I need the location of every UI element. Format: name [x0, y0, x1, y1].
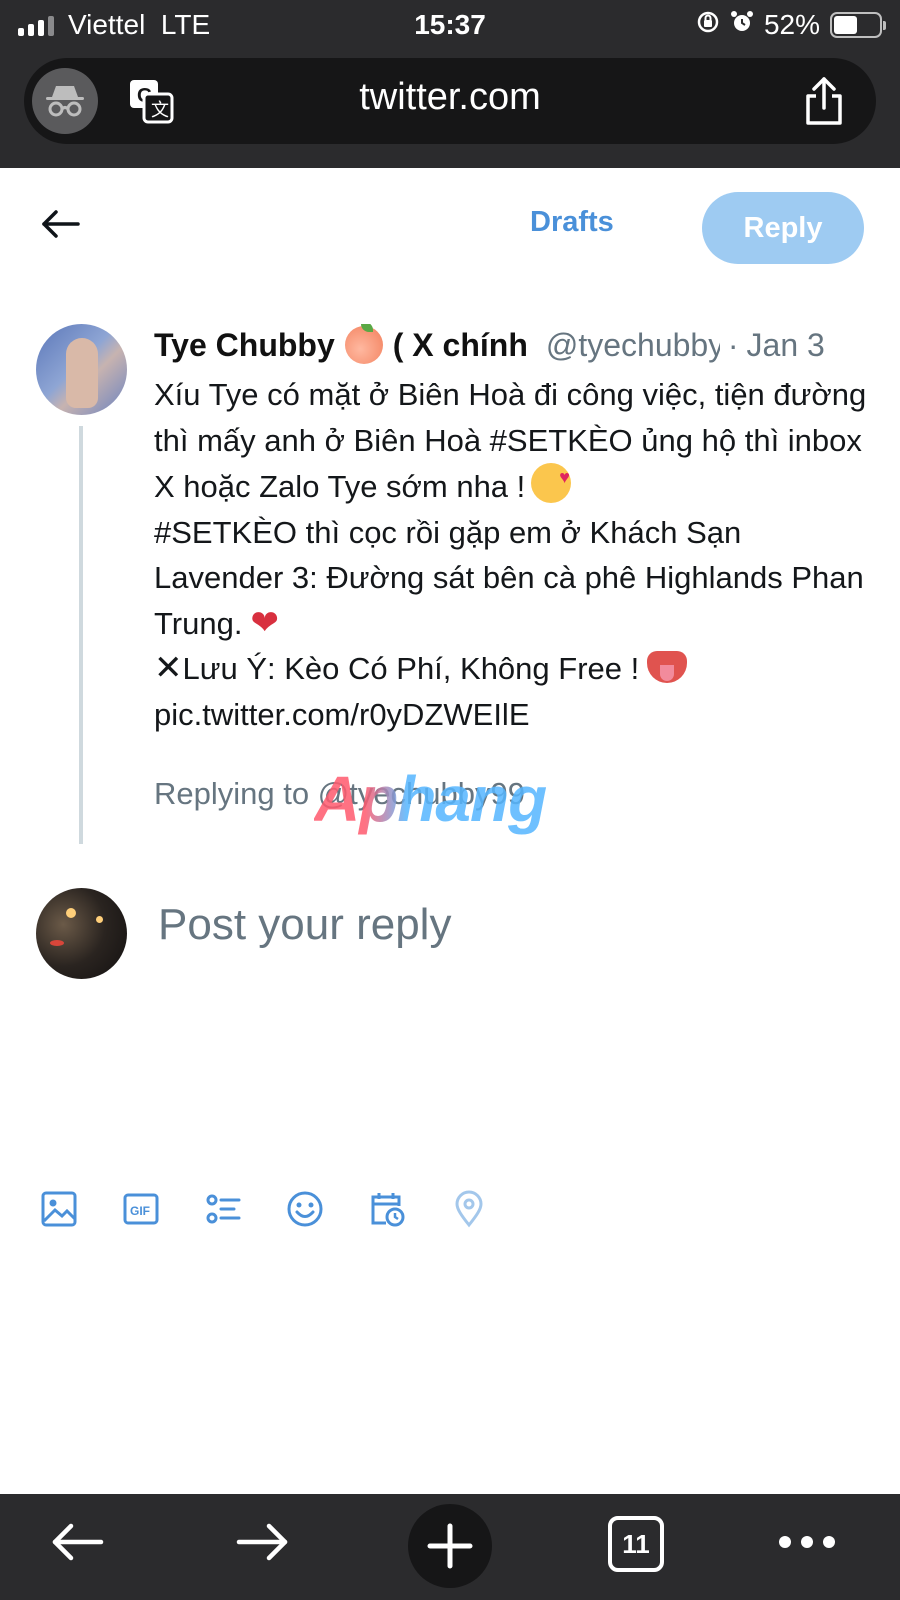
rotation-lock-icon	[696, 10, 720, 41]
author-name[interactable]: Tye Chubby	[154, 327, 335, 364]
browser-bottom-toolbar: 11	[0, 1494, 900, 1600]
gif-icon[interactable]: GIF	[122, 1190, 160, 1228]
status-bar: Viettel LTE 15:37 52%	[0, 0, 900, 50]
browser-back-icon[interactable]	[42, 1514, 112, 1570]
image-icon[interactable]	[40, 1190, 78, 1228]
watermark-logo: Aphang	[314, 763, 547, 835]
location-icon[interactable]	[450, 1190, 488, 1228]
plus-icon	[427, 1523, 473, 1569]
author-name-suffix[interactable]: ( X chính	[393, 327, 528, 364]
more-options-icon[interactable]	[772, 1514, 842, 1570]
tongue-emoji-icon	[647, 651, 688, 683]
url-text[interactable]: twitter.com	[24, 76, 876, 119]
drafts-button[interactable]: Drafts	[530, 206, 614, 239]
user-avatar	[36, 888, 127, 979]
tweet-text-1: Xíu Tye có mặt ở Biên Hoà đi công việc, …	[154, 377, 875, 504]
share-icon[interactable]	[802, 76, 846, 126]
battery-percent: 52%	[763, 9, 820, 40]
tweet-body: Xíu Tye có mặt ở Biên Hoà đi công việc, …	[154, 372, 870, 737]
date-separator: ·	[727, 326, 739, 363]
quoted-tweet: Tye Chubby ( X chính @tyechubby99 · Jan …	[154, 324, 870, 737]
pic-link[interactable]: pic.twitter.com/r0yDZWEIlE	[154, 697, 530, 732]
battery-icon	[830, 12, 886, 38]
browser-top-chrome: Viettel LTE 15:37 52% G文 twitter.com	[0, 0, 900, 168]
composer-toolbar: GIF	[40, 1190, 488, 1228]
thread-line	[79, 426, 83, 844]
tab-switcher-button[interactable]: 11	[608, 1516, 664, 1572]
browser-forward-icon[interactable]	[228, 1514, 298, 1570]
heart-icon: ❤	[250, 603, 279, 642]
svg-text:GIF: GIF	[130, 1204, 150, 1218]
author-handle[interactable]: @tyechubby99	[546, 327, 720, 364]
peach-emoji-icon	[344, 324, 383, 364]
tweet-header: Tye Chubby ( X chính @tyechubby99 · Jan …	[154, 324, 870, 366]
address-bar[interactable]: G文 twitter.com	[24, 58, 876, 144]
reply-input[interactable]	[158, 900, 858, 950]
smiling-face-with-hearts-icon	[531, 455, 572, 503]
schedule-icon[interactable]	[368, 1190, 406, 1228]
back-arrow-icon[interactable]	[38, 202, 82, 246]
emoji-icon[interactable]	[286, 1190, 324, 1228]
new-tab-button[interactable]	[408, 1504, 492, 1588]
tweet-text-3: Lưu Ý: Kèo Có Phí, Không Free !	[182, 651, 640, 686]
poll-icon[interactable]	[204, 1190, 242, 1228]
tweet-date[interactable]: Jan 3	[747, 327, 825, 364]
cross-mark-icon: ✕	[154, 649, 183, 687]
battery-fill	[834, 16, 857, 34]
reply-submit-button[interactable]: Reply	[702, 192, 864, 264]
alarm-icon	[730, 10, 754, 41]
author-avatar[interactable]	[36, 324, 127, 415]
